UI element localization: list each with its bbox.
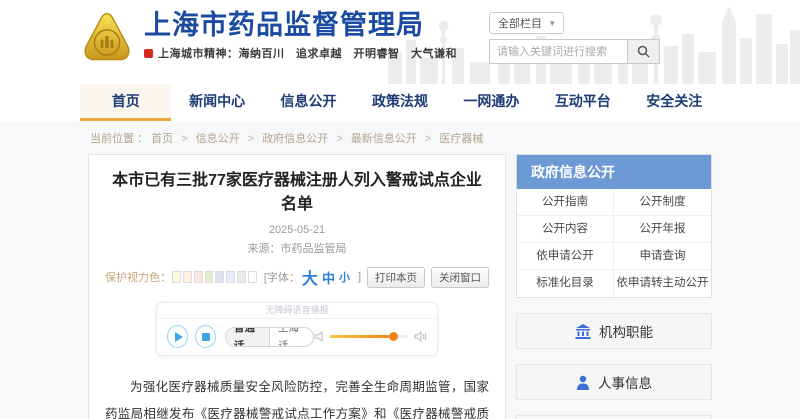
red-square-icon [144, 49, 153, 58]
gov-info-links: 公开指南 公开制度 公开内容 公开年报 依申请公开 申请查询 标准化目录 依申请… [517, 189, 711, 297]
main-area: 当前位置 ： 首页 > 信息公开 > 政府信息公开 > 最新信息公开 > 医疗器… [0, 121, 800, 419]
breadcrumb-separator: > [181, 133, 187, 145]
eye-color-swatch-3[interactable] [194, 271, 203, 283]
breadcrumb-home[interactable]: 首页 [151, 133, 173, 145]
breadcrumb-gov-info[interactable]: 政府信息公开 [262, 133, 328, 145]
play-button[interactable] [167, 325, 188, 348]
nav-item-home[interactable]: 首页 [80, 84, 171, 121]
font-size-label-end: ] [358, 271, 361, 283]
city-spirit-slogan: 上海城市精神：海纳百川 追求卓越 开明睿智 大气谦和 [158, 45, 457, 61]
volume-thumb[interactable] [389, 332, 398, 341]
sidebar-box-personnel[interactable]: 人事信息 [516, 364, 712, 400]
bank-icon [575, 324, 591, 339]
breadcrumb-separator: > [425, 133, 431, 145]
article-body: 为强化医疗器械质量安全风险防控，完善全生命周期监管，国家药监局相继发布《医疗器械… [105, 374, 489, 419]
chevron-down-icon: ▾ [550, 18, 555, 29]
eye-color-swatch-8[interactable] [248, 271, 257, 283]
site-title: 上海市药品监督管理局 [144, 10, 457, 40]
nav-item-policy[interactable]: 政策法规 [354, 84, 445, 121]
volume-control [314, 331, 427, 342]
sidebar-box-label: 机构职能 [599, 321, 653, 341]
language-shanghainese-button[interactable]: 上海话 [270, 327, 313, 347]
language-toggle: 普通话 上海话 [225, 327, 314, 347]
sidebar: 政府信息公开 公开指南 公开制度 公开内容 公开年报 依申请公开 申请查询 标准… [516, 154, 712, 419]
nav-item-interaction[interactable]: 互动平台 [537, 84, 628, 121]
nav-item-news[interactable]: 新闻中心 [171, 84, 262, 121]
volume-high-icon [414, 331, 427, 342]
stop-button[interactable] [195, 325, 216, 348]
article-toolbar: 保护视力色： [字体： 大 中 小 ] 打印本页 关闭窗口 [105, 265, 489, 289]
person-icon [576, 375, 590, 390]
breadcrumb-separator: > [336, 133, 342, 145]
sidebar-link-open-system[interactable]: 公开制度 [614, 189, 711, 216]
sidebar-box-planning[interactable]: ¥ 规划计划（含政府采购） [516, 415, 712, 419]
language-mandarin-button[interactable]: 普通话 [226, 327, 270, 347]
font-size-label: [字体： [264, 269, 300, 285]
search-category-value: 全部栏目 [498, 15, 542, 31]
article-panel: 本市已有三批77家医疗器械注册人列入警戒试点企业名单 2025-05-21 来源… [88, 154, 506, 419]
sidebar-link-annual-report[interactable]: 公开年报 [614, 216, 711, 243]
close-window-button[interactable]: 关闭窗口 [431, 267, 489, 288]
search-category-select[interactable]: 全部栏目 ▾ [489, 12, 564, 34]
sidebar-link-open-on-request[interactable]: 依申请公开 [517, 243, 614, 270]
play-icon [175, 332, 183, 342]
volume-low-icon [314, 331, 324, 342]
site-header: 上海市药品监督管理局 上海城市精神：海纳百川 追求卓越 开明睿智 大气谦和 全部… [0, 0, 800, 84]
sidebar-link-request-to-active[interactable]: 依申请转主动公开 [614, 270, 711, 297]
breadcrumb-separator: > [248, 133, 254, 145]
breadcrumb-medical-devices[interactable]: 医疗器械 [439, 133, 483, 145]
search-button[interactable] [627, 39, 660, 64]
breadcrumb-prefix: 当前位置 ： [90, 133, 148, 145]
font-size-small-button[interactable]: 小 [339, 269, 350, 285]
article-title: 本市已有三批77家医疗器械注册人列入警戒试点企业名单 [105, 169, 489, 217]
breadcrumb-info-disclosure[interactable]: 信息公开 [196, 133, 240, 145]
nav-item-one-stop[interactable]: 一网通办 [446, 84, 537, 121]
eye-color-swatch-4[interactable] [205, 271, 214, 283]
gov-info-panel-title: 政府信息公开 [517, 155, 711, 189]
font-size-medium-button[interactable]: 中 [322, 268, 335, 287]
sidebar-link-request-query[interactable]: 申请查询 [614, 243, 711, 270]
volume-fill [330, 335, 389, 338]
eye-color-swatch-5[interactable] [215, 271, 224, 283]
audio-player-caption: 无障碍语音播报 [157, 303, 437, 319]
font-size-large-button[interactable]: 大 [302, 265, 318, 289]
stop-icon [202, 333, 210, 341]
magnifier-icon [637, 45, 650, 58]
breadcrumb-latest-info[interactable]: 最新信息公开 [351, 133, 417, 145]
gov-info-panel: 政府信息公开 公开指南 公开制度 公开内容 公开年报 依申请公开 申请查询 标准… [516, 154, 712, 298]
sidebar-link-open-content[interactable]: 公开内容 [517, 216, 614, 243]
audio-player: 无障碍语音播报 普通话 上海话 [156, 302, 438, 356]
print-page-button[interactable]: 打印本页 [367, 267, 425, 288]
article-source: 来源：市药品监管局 [105, 240, 489, 256]
article-date: 2025-05-21 [105, 224, 489, 236]
nav-item-safety[interactable]: 安全关注 [629, 84, 720, 121]
main-nav: 首页 新闻中心 信息公开 政策法规 一网通办 互动平台 安全关注 [80, 84, 720, 121]
sidebar-box-label: 人事信息 [598, 372, 652, 392]
eye-color-swatch-2[interactable] [183, 271, 192, 283]
sidebar-box-org-functions[interactable]: 机构职能 [516, 313, 712, 349]
sidebar-link-standard-catalog[interactable]: 标准化目录 [517, 270, 614, 297]
search-input[interactable] [489, 39, 627, 64]
breadcrumb: 当前位置 ： 首页 > 信息公开 > 政府信息公开 > 最新信息公开 > 医疗器… [88, 121, 712, 154]
eye-color-swatch-6[interactable] [226, 271, 235, 283]
eye-protect-label: 保护视力色： [105, 269, 171, 285]
agency-logo [80, 10, 134, 66]
sidebar-link-open-guide[interactable]: 公开指南 [517, 189, 614, 216]
nav-item-info-disclosure[interactable]: 信息公开 [263, 84, 354, 121]
eye-color-swatch-7[interactable] [237, 271, 246, 283]
header-search: 全部栏目 ▾ [489, 12, 660, 64]
volume-slider[interactable] [330, 335, 408, 338]
eye-color-swatch-1[interactable] [172, 271, 181, 283]
